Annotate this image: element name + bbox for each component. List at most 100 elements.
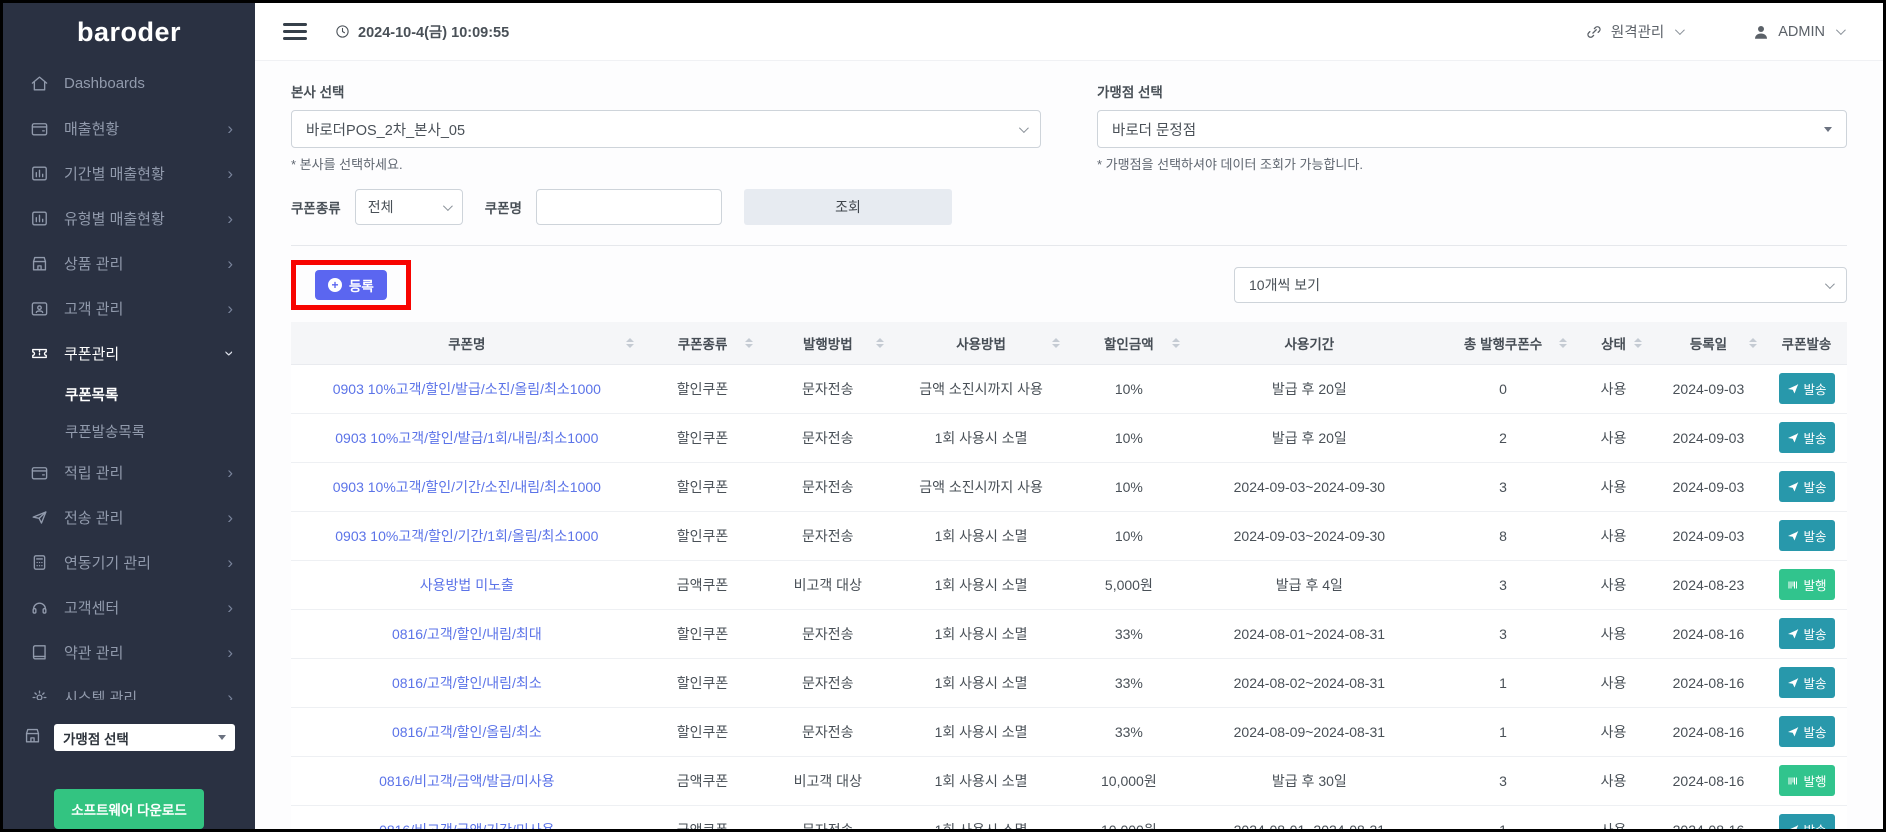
column-header-status[interactable]: 상태 <box>1576 322 1651 364</box>
chevron-right-icon: › <box>227 554 233 571</box>
sidebar-subitem-6-0[interactable]: 쿠폰목록 <box>3 376 255 413</box>
datetime-display: 2024-10-4(금) 10:09:55 <box>335 21 509 42</box>
coupon-name-link[interactable]: 0903 10%고객/할인/기간/소진/내림/최소1000 <box>333 479 601 495</box>
cell-usage: 1회 사용시 소멸 <box>893 756 1069 805</box>
coupon-name-link[interactable]: 0903 10%고객/할인/발급/1회/내림/최소1000 <box>335 430 598 446</box>
cell-discount: 10% <box>1069 413 1189 462</box>
sidebar-item-1[interactable]: 매출현황› <box>3 106 255 151</box>
send-coupon-button[interactable]: 발송 <box>1779 471 1835 502</box>
main-area: 2024-10-4(금) 10:09:55 원격관리 ADMIN 본사 선택 <box>255 3 1883 829</box>
link-icon <box>1585 23 1603 41</box>
send-coupon-button[interactable]: 발송 <box>1779 618 1835 649</box>
franchise-hint: * 가맹점을 선택하셔야 데이터 조회가 가능합니다. <box>1097 154 1847 173</box>
topbar: 2024-10-4(금) 10:09:55 원격관리 ADMIN <box>255 3 1883 61</box>
cell-type: 할인쿠폰 <box>643 462 763 511</box>
issue-coupon-button[interactable]: 발행 <box>1779 765 1835 796</box>
head-office-hint: * 본사를 선택하세요. <box>291 154 1041 173</box>
paper-plane-icon <box>1787 481 1799 493</box>
coupon-name-link[interactable]: 0816/비고객/금액/발급/미사용 <box>379 773 555 789</box>
send-coupon-button[interactable]: 발송 <box>1779 814 1835 829</box>
cell-total_issued: 1 <box>1430 658 1576 707</box>
sidebar-item-label: 전송 관리 <box>64 507 123 528</box>
cell-usage: 1회 사용시 소멸 <box>893 707 1069 756</box>
coupon-name-link[interactable]: 사용방법 미노출 <box>420 577 514 593</box>
cell-status: 사용 <box>1576 560 1651 609</box>
sort-icon <box>876 338 884 348</box>
remote-control-label: 원격관리 <box>1611 21 1664 42</box>
paper-plane-icon <box>1787 677 1799 689</box>
remote-control-menu[interactable]: 원격관리 <box>1585 21 1682 42</box>
cell-period: 발급 후 20일 <box>1189 413 1430 462</box>
column-header-name[interactable]: 쿠폰명 <box>291 322 643 364</box>
page-size-select[interactable]: 10개씩 보기 <box>1234 267 1847 303</box>
sidebar-item-9[interactable]: 연동기기 관리› <box>3 540 255 585</box>
column-header-total_issued[interactable]: 총 발행쿠폰수 <box>1430 322 1576 364</box>
cell-usage: 금액 소진시까지 사용 <box>893 364 1069 413</box>
cell-reg_date: 2024-09-03 <box>1651 413 1766 462</box>
franchise-select[interactable]: 바로더 문정점 <box>1097 110 1847 148</box>
send-coupon-button[interactable]: 발송 <box>1779 422 1835 453</box>
cell-period: 2024-09-03~2024-09-30 <box>1189 511 1430 560</box>
table-row: 0903 10%고객/할인/기간/1회/올림/최소1000할인쿠폰문자전송1회 … <box>291 511 1847 560</box>
sidebar-item-7[interactable]: 적립 관리› <box>3 450 255 495</box>
sidebar-item-label: 고객 관리 <box>64 298 123 319</box>
coupon-name-link[interactable]: 0816/고객/할인/내림/최소 <box>392 675 542 691</box>
sidebar-item-2[interactable]: 기간별 매출현황› <box>3 151 255 196</box>
sidebar-item-5[interactable]: 고객 관리› <box>3 286 255 331</box>
cell-status: 사용 <box>1576 462 1651 511</box>
chevron-right-icon: › <box>227 120 233 137</box>
sidebar-item-6[interactable]: 쿠폰관리› <box>3 331 255 376</box>
cell-period: 발급 후 4일 <box>1189 560 1430 609</box>
sidebar-item-10[interactable]: 고객센터› <box>3 585 255 630</box>
sidebar-item-12[interactable]: 시스템 관리› <box>3 675 255 700</box>
send-coupon-button[interactable]: 발송 <box>1779 373 1835 404</box>
paper-plane-icon <box>1787 628 1799 640</box>
datetime-text: 2024-10-4(금) 10:09:55 <box>358 21 509 42</box>
send-coupon-button[interactable]: 발송 <box>1779 716 1835 747</box>
coupon-name-input[interactable] <box>536 189 722 225</box>
sidebar-item-0[interactable]: Dashboards <box>3 61 255 106</box>
column-header-usage[interactable]: 사용방법 <box>893 322 1069 364</box>
register-button[interactable]: + 등록 <box>315 270 387 300</box>
send-coupon-button[interactable]: 발송 <box>1779 667 1835 698</box>
cell-method: 문자전송 <box>762 609 893 658</box>
franchise-quick-select[interactable]: 가맹점 선택 <box>54 724 235 751</box>
coupon-name-link[interactable]: 0903 10%고객/할인/기간/1회/올림/최소1000 <box>335 528 598 544</box>
column-header-discount[interactable]: 할인금액 <box>1069 322 1189 364</box>
sidebar-item-11[interactable]: 약관 관리› <box>3 630 255 675</box>
send-coupon-button[interactable]: 발송 <box>1779 520 1835 551</box>
hamburger-menu-icon[interactable] <box>283 19 307 45</box>
sidebar-item-label: 유형별 매출현황 <box>64 208 165 229</box>
head-office-select[interactable]: 바로더POS_2차_본사_05 <box>291 110 1041 148</box>
column-header-type[interactable]: 쿠폰종류 <box>643 322 763 364</box>
issue-coupon-button[interactable]: 발행 <box>1779 569 1835 600</box>
chevron-down-icon <box>1836 25 1846 35</box>
coupon-name-link[interactable]: 0816/고객/할인/내림/최대 <box>392 626 542 642</box>
table-row: 0903 10%고객/할인/발급/소진/올림/최소1000할인쿠폰문자전송금액 … <box>291 364 1847 413</box>
coupon-name-link[interactable]: 0903 10%고객/할인/발급/소진/올림/최소1000 <box>333 381 601 397</box>
column-header-method[interactable]: 발행방법 <box>762 322 893 364</box>
cell-type: 할인쿠폰 <box>643 707 763 756</box>
sidebar-item-4[interactable]: 상품 관리› <box>3 241 255 286</box>
sidebar-item-3[interactable]: 유형별 매출현황› <box>3 196 255 241</box>
sidebar-subitem-6-1[interactable]: 쿠폰발송목록 <box>3 413 255 450</box>
coupon-type-select[interactable]: 전체 <box>355 189 463 225</box>
coupon-name-link[interactable]: 0816/고객/할인/올림/최소 <box>392 724 542 740</box>
cell-usage: 1회 사용시 소멸 <box>893 658 1069 707</box>
sort-icon <box>1634 338 1642 348</box>
admin-user-menu[interactable]: ADMIN <box>1752 23 1843 41</box>
software-download-button[interactable]: 소프트웨어 다운로드 <box>54 789 204 829</box>
cell-reg_date: 2024-09-03 <box>1651 364 1766 413</box>
sidebar-item-label: 상품 관리 <box>64 253 123 274</box>
cell-discount: 33% <box>1069 658 1189 707</box>
store-icon <box>23 726 42 750</box>
sidebar: baroder Dashboards매출현황›기간별 매출현황›유형별 매출현황… <box>3 3 255 829</box>
column-header-reg_date[interactable]: 등록일 <box>1651 322 1766 364</box>
coupon-name-link[interactable]: 0816/비고객/금액/기간/미사용 <box>379 822 555 830</box>
table-body: 0903 10%고객/할인/발급/소진/올림/최소1000할인쿠폰문자전송금액 … <box>291 364 1847 829</box>
sidebar-item-8[interactable]: 전송 관리› <box>3 495 255 540</box>
search-button[interactable]: 조회 <box>744 189 952 225</box>
wallet-icon <box>29 119 49 139</box>
app-window: baroder Dashboards매출현황›기간별 매출현황›유형별 매출현황… <box>0 0 1886 832</box>
coupon-type-label: 쿠폰종류 <box>291 197 341 217</box>
